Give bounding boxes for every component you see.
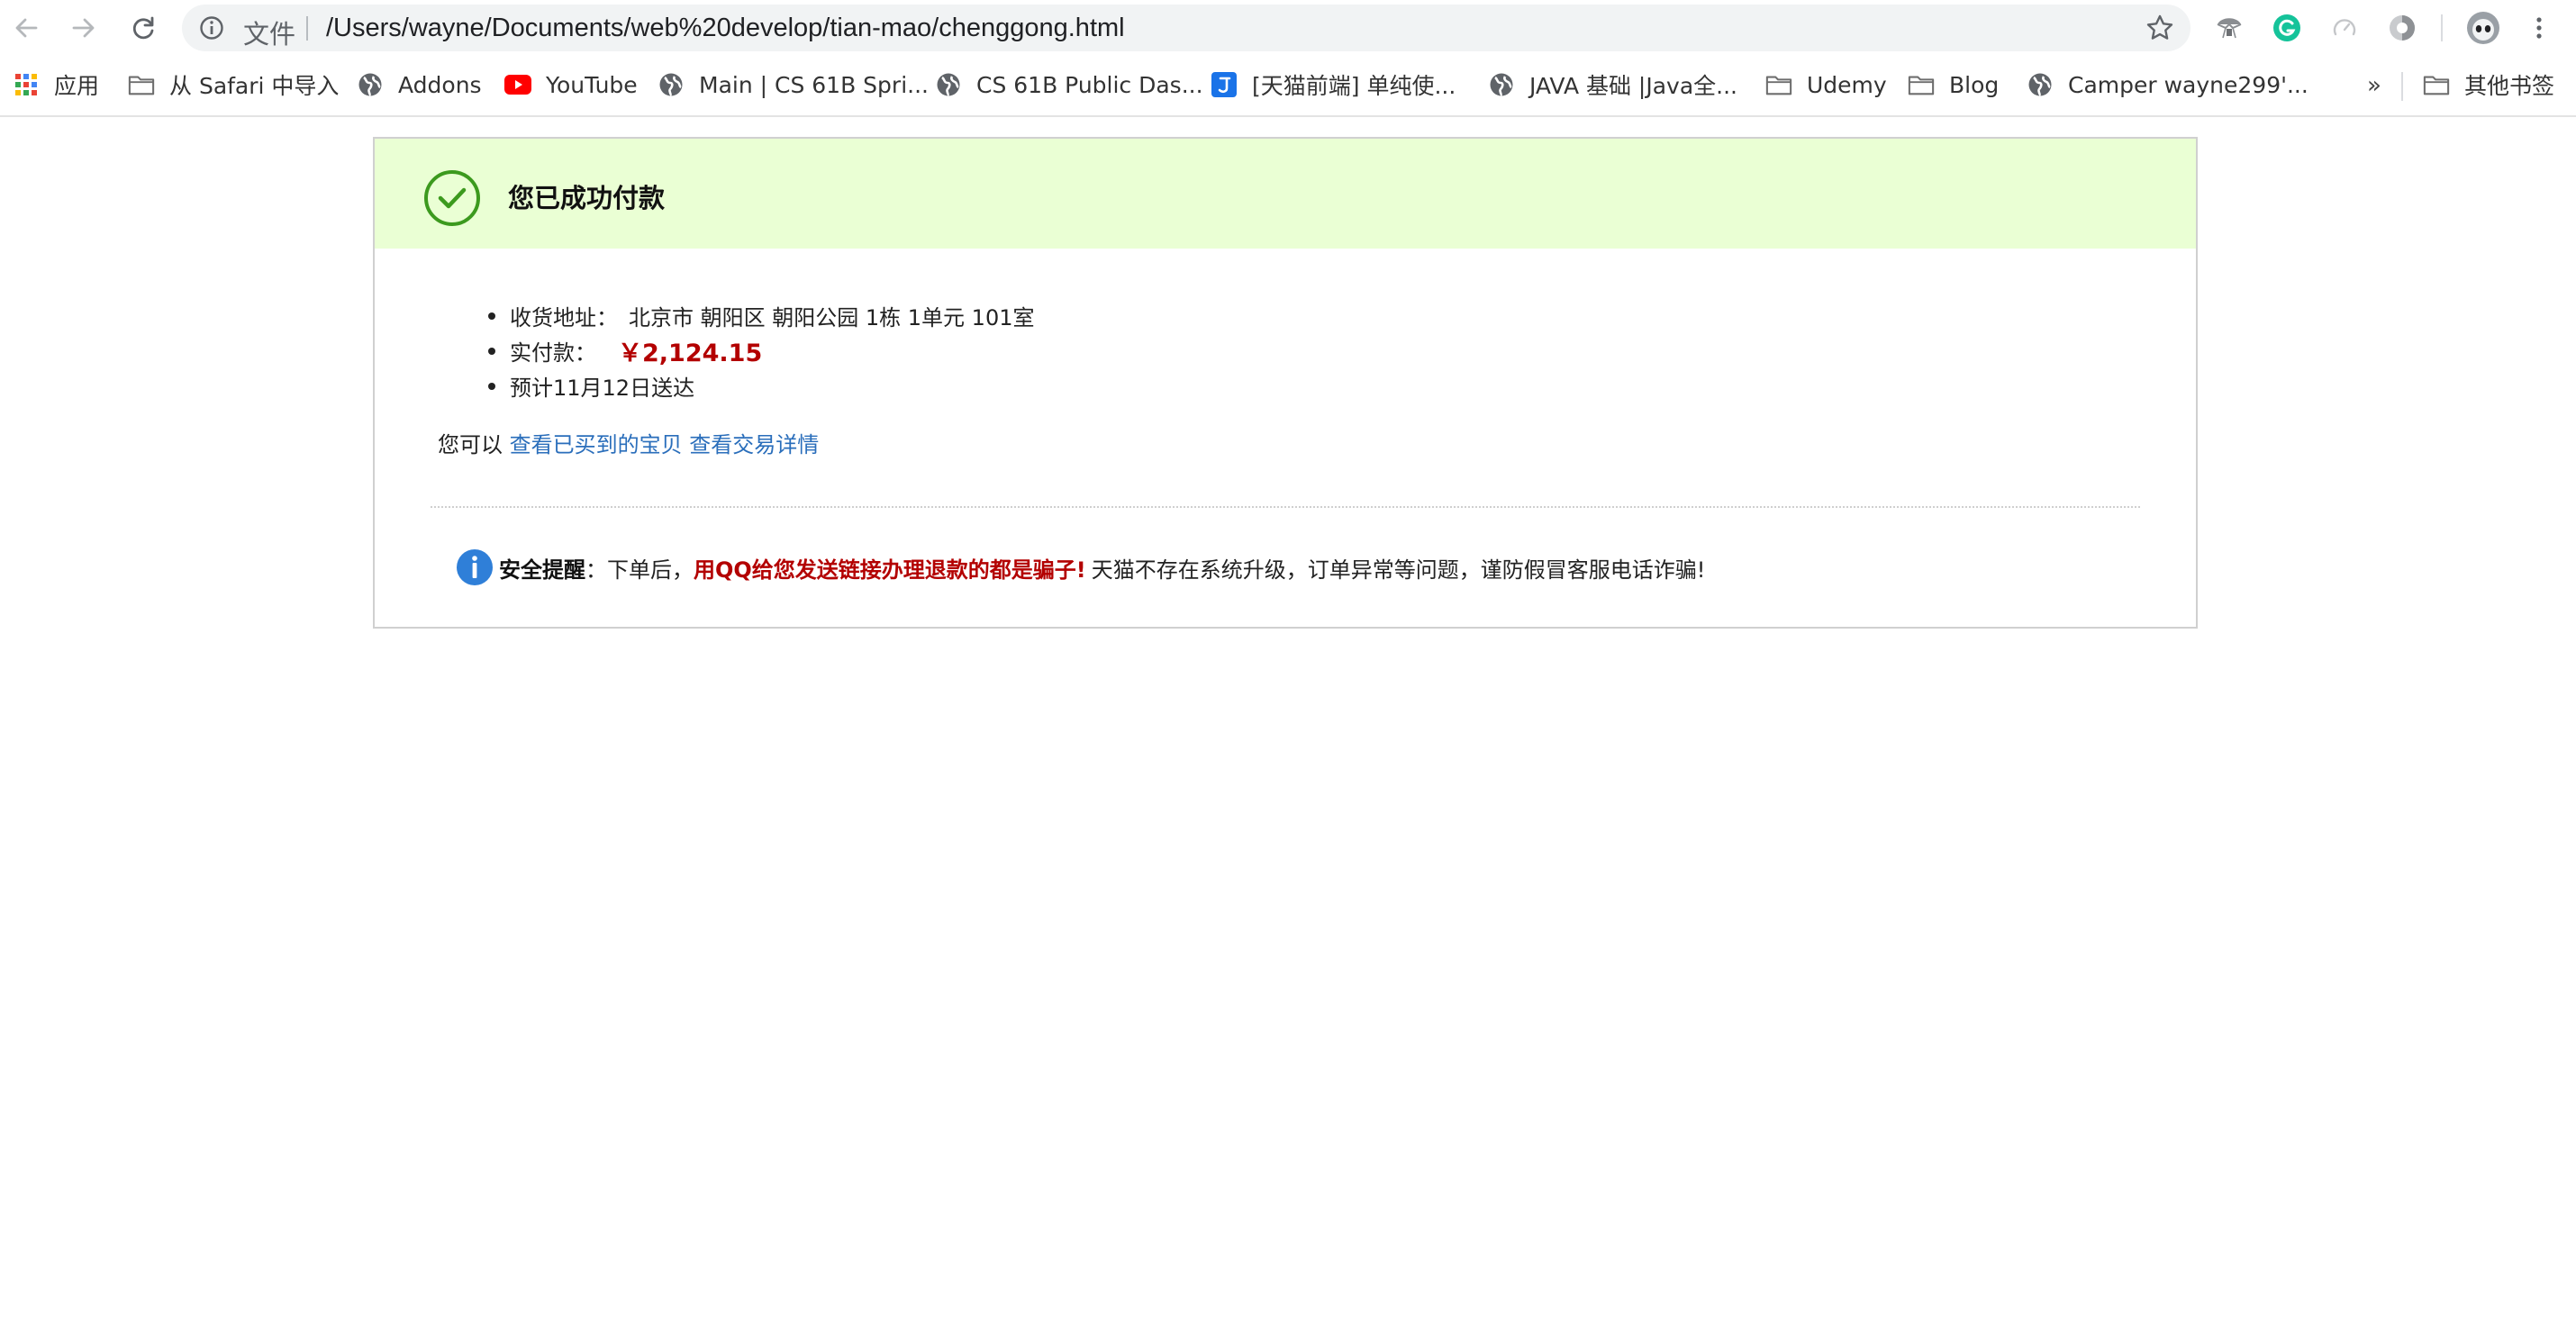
bookmark-label: JAVA 基础 |Java全...	[1529, 73, 1738, 99]
info-icon[interactable]	[198, 14, 225, 41]
shield-extension-icon[interactable]	[2212, 11, 2246, 45]
warning-highlight: 用QQ给您发送链接办理退款的都是骗子!	[694, 557, 1086, 583]
back-button[interactable]	[7, 9, 45, 47]
toolbar-divider	[2441, 14, 2443, 41]
url-text[interactable]: /Users/wayne/Documents/web%20develop/tia…	[326, 14, 1125, 43]
bookmark-label: Udemy	[1807, 71, 1887, 98]
folder-icon	[1765, 71, 1792, 98]
address-value: 北京市 朝阳区 朝阳公园 1栋 1单元 101室	[629, 305, 1035, 330]
youtube-icon	[504, 71, 531, 98]
address-bar[interactable]: 文件 /Users/wayne/Documents/web%20develop/…	[182, 5, 2191, 51]
bookmark-label: Addons	[398, 71, 482, 98]
followup-links: 您可以 查看已买到的宝贝 查看交易详情	[438, 427, 819, 458]
delivery-text: 预计11月12日送达	[510, 376, 695, 401]
globe-icon	[357, 71, 384, 98]
speed-extension-icon[interactable]	[2327, 11, 2362, 45]
bookmark-apps[interactable]: 应用	[13, 67, 99, 103]
forward-arrow-icon	[72, 18, 95, 38]
globe-icon	[658, 71, 685, 98]
order-info-list: 收货地址： 北京市 朝阳区 朝阳公园 1栋 1单元 101室 实付款： ￥2,1…	[488, 298, 1035, 403]
check-circle-icon	[424, 170, 480, 226]
warning-text-2: 天猫不存在系统升级，订单异常等问题，谨防假冒客服电话诈骗!	[1091, 557, 1706, 583]
omnibox-separator	[306, 16, 308, 41]
bookmark-other[interactable]: 其他书签	[2423, 67, 2554, 103]
bookmark-udemy[interactable]: Udemy	[1765, 67, 1887, 103]
warning-title: 安全提醒	[499, 557, 585, 583]
bookmark-label: 应用	[54, 73, 100, 99]
security-warning: 安全提醒 ： 下单后， 用QQ给您发送链接办理退款的都是骗子! 天猫不存在系统升…	[456, 548, 1705, 587]
bookmarks-bar: 应用 从 Safari 中导入 Addons YouTube Main | CS…	[0, 56, 2576, 117]
globe-icon	[935, 71, 962, 98]
bookmark-label: [天猫前端] 单纯使...	[1252, 73, 1456, 99]
folder-icon	[2423, 71, 2450, 98]
reload-button[interactable]	[124, 9, 162, 47]
bookmark-label: Main | CS 61B Spri...	[699, 71, 929, 98]
view-detail-link[interactable]: 查看交易详情	[689, 432, 819, 457]
bookmark-label: 其他书签	[2464, 73, 2555, 99]
warning-text-1: 下单后，	[607, 557, 694, 583]
paid-label: 实付款：	[510, 340, 596, 366]
browser-toolbar: 文件 /Users/wayne/Documents/web%20develop/…	[0, 0, 2576, 56]
bookmark-addons[interactable]: Addons	[357, 67, 482, 103]
bookmark-blog[interactable]: Blog	[1908, 67, 1999, 103]
bookmark-camper[interactable]: Camper wayne299'...	[2027, 67, 2308, 103]
bookmark-star-icon[interactable]	[2145, 14, 2174, 42]
bookmark-tianmao-frontend[interactable]: [天猫前端] 单纯使...	[1211, 67, 1456, 103]
dotted-divider	[431, 506, 2140, 508]
menu-button[interactable]	[2522, 11, 2556, 45]
profile-avatar[interactable]	[2466, 11, 2500, 45]
address-item: 收货地址： 北京市 朝阳区 朝阳公园 1栋 1单元 101室	[488, 298, 1035, 333]
more-bookmarks-chevron[interactable]: »	[2367, 72, 2381, 99]
bookmark-label: 从 Safari 中导入	[169, 73, 340, 99]
warning-colon: ：	[585, 557, 607, 583]
bookmark-cs61b-main[interactable]: Main | CS 61B Spri...	[658, 67, 929, 103]
reload-icon	[132, 16, 154, 40]
security-label[interactable]: 文件	[243, 14, 295, 51]
success-title: 您已成功付款	[508, 183, 666, 213]
bookmark-label: Blog	[1949, 71, 2000, 98]
bookmark-java-basics[interactable]: JAVA 基础 |Java全...	[1488, 67, 1737, 103]
success-banner: 您已成功付款	[375, 139, 2196, 249]
apps-grid-icon	[13, 71, 40, 98]
j-site-icon	[1211, 71, 1238, 98]
paid-item: 实付款： ￥2,124.15	[488, 333, 1035, 368]
back-arrow-icon	[15, 18, 38, 38]
payment-success-box: 您已成功付款 收货地址： 北京市 朝阳区 朝阳公园 1栋 1单元 101室 实付…	[373, 137, 2198, 629]
links-prefix: 您可以	[438, 432, 503, 457]
delivery-item: 预计11月12日送达	[488, 368, 1035, 403]
forward-button[interactable]	[65, 9, 103, 47]
globe-icon	[2027, 71, 2054, 98]
dark-mode-extension-icon[interactable]	[2385, 11, 2419, 45]
view-bought-link[interactable]: 查看已买到的宝贝	[510, 432, 683, 457]
folder-icon	[128, 71, 155, 98]
bookmark-label: Camper wayne299'...	[2068, 71, 2308, 98]
folder-icon	[1908, 71, 1935, 98]
info-circle-icon	[457, 549, 493, 585]
globe-icon	[1488, 71, 1515, 98]
bookmarks-divider	[2401, 72, 2403, 101]
more-vert-icon	[2536, 17, 2542, 39]
bookmark-youtube[interactable]: YouTube	[504, 67, 638, 103]
bookmark-safari-import[interactable]: 从 Safari 中导入	[128, 67, 339, 103]
bookmark-label: YouTube	[546, 71, 638, 98]
bookmark-label: CS 61B Public Das...	[976, 71, 1203, 98]
grammarly-extension-icon[interactable]	[2270, 11, 2304, 45]
address-label: 收货地址：	[510, 305, 618, 330]
paid-amount: ￥2,124.15	[618, 340, 763, 367]
bookmark-cs61b-dashboard[interactable]: CS 61B Public Das...	[935, 67, 1203, 103]
